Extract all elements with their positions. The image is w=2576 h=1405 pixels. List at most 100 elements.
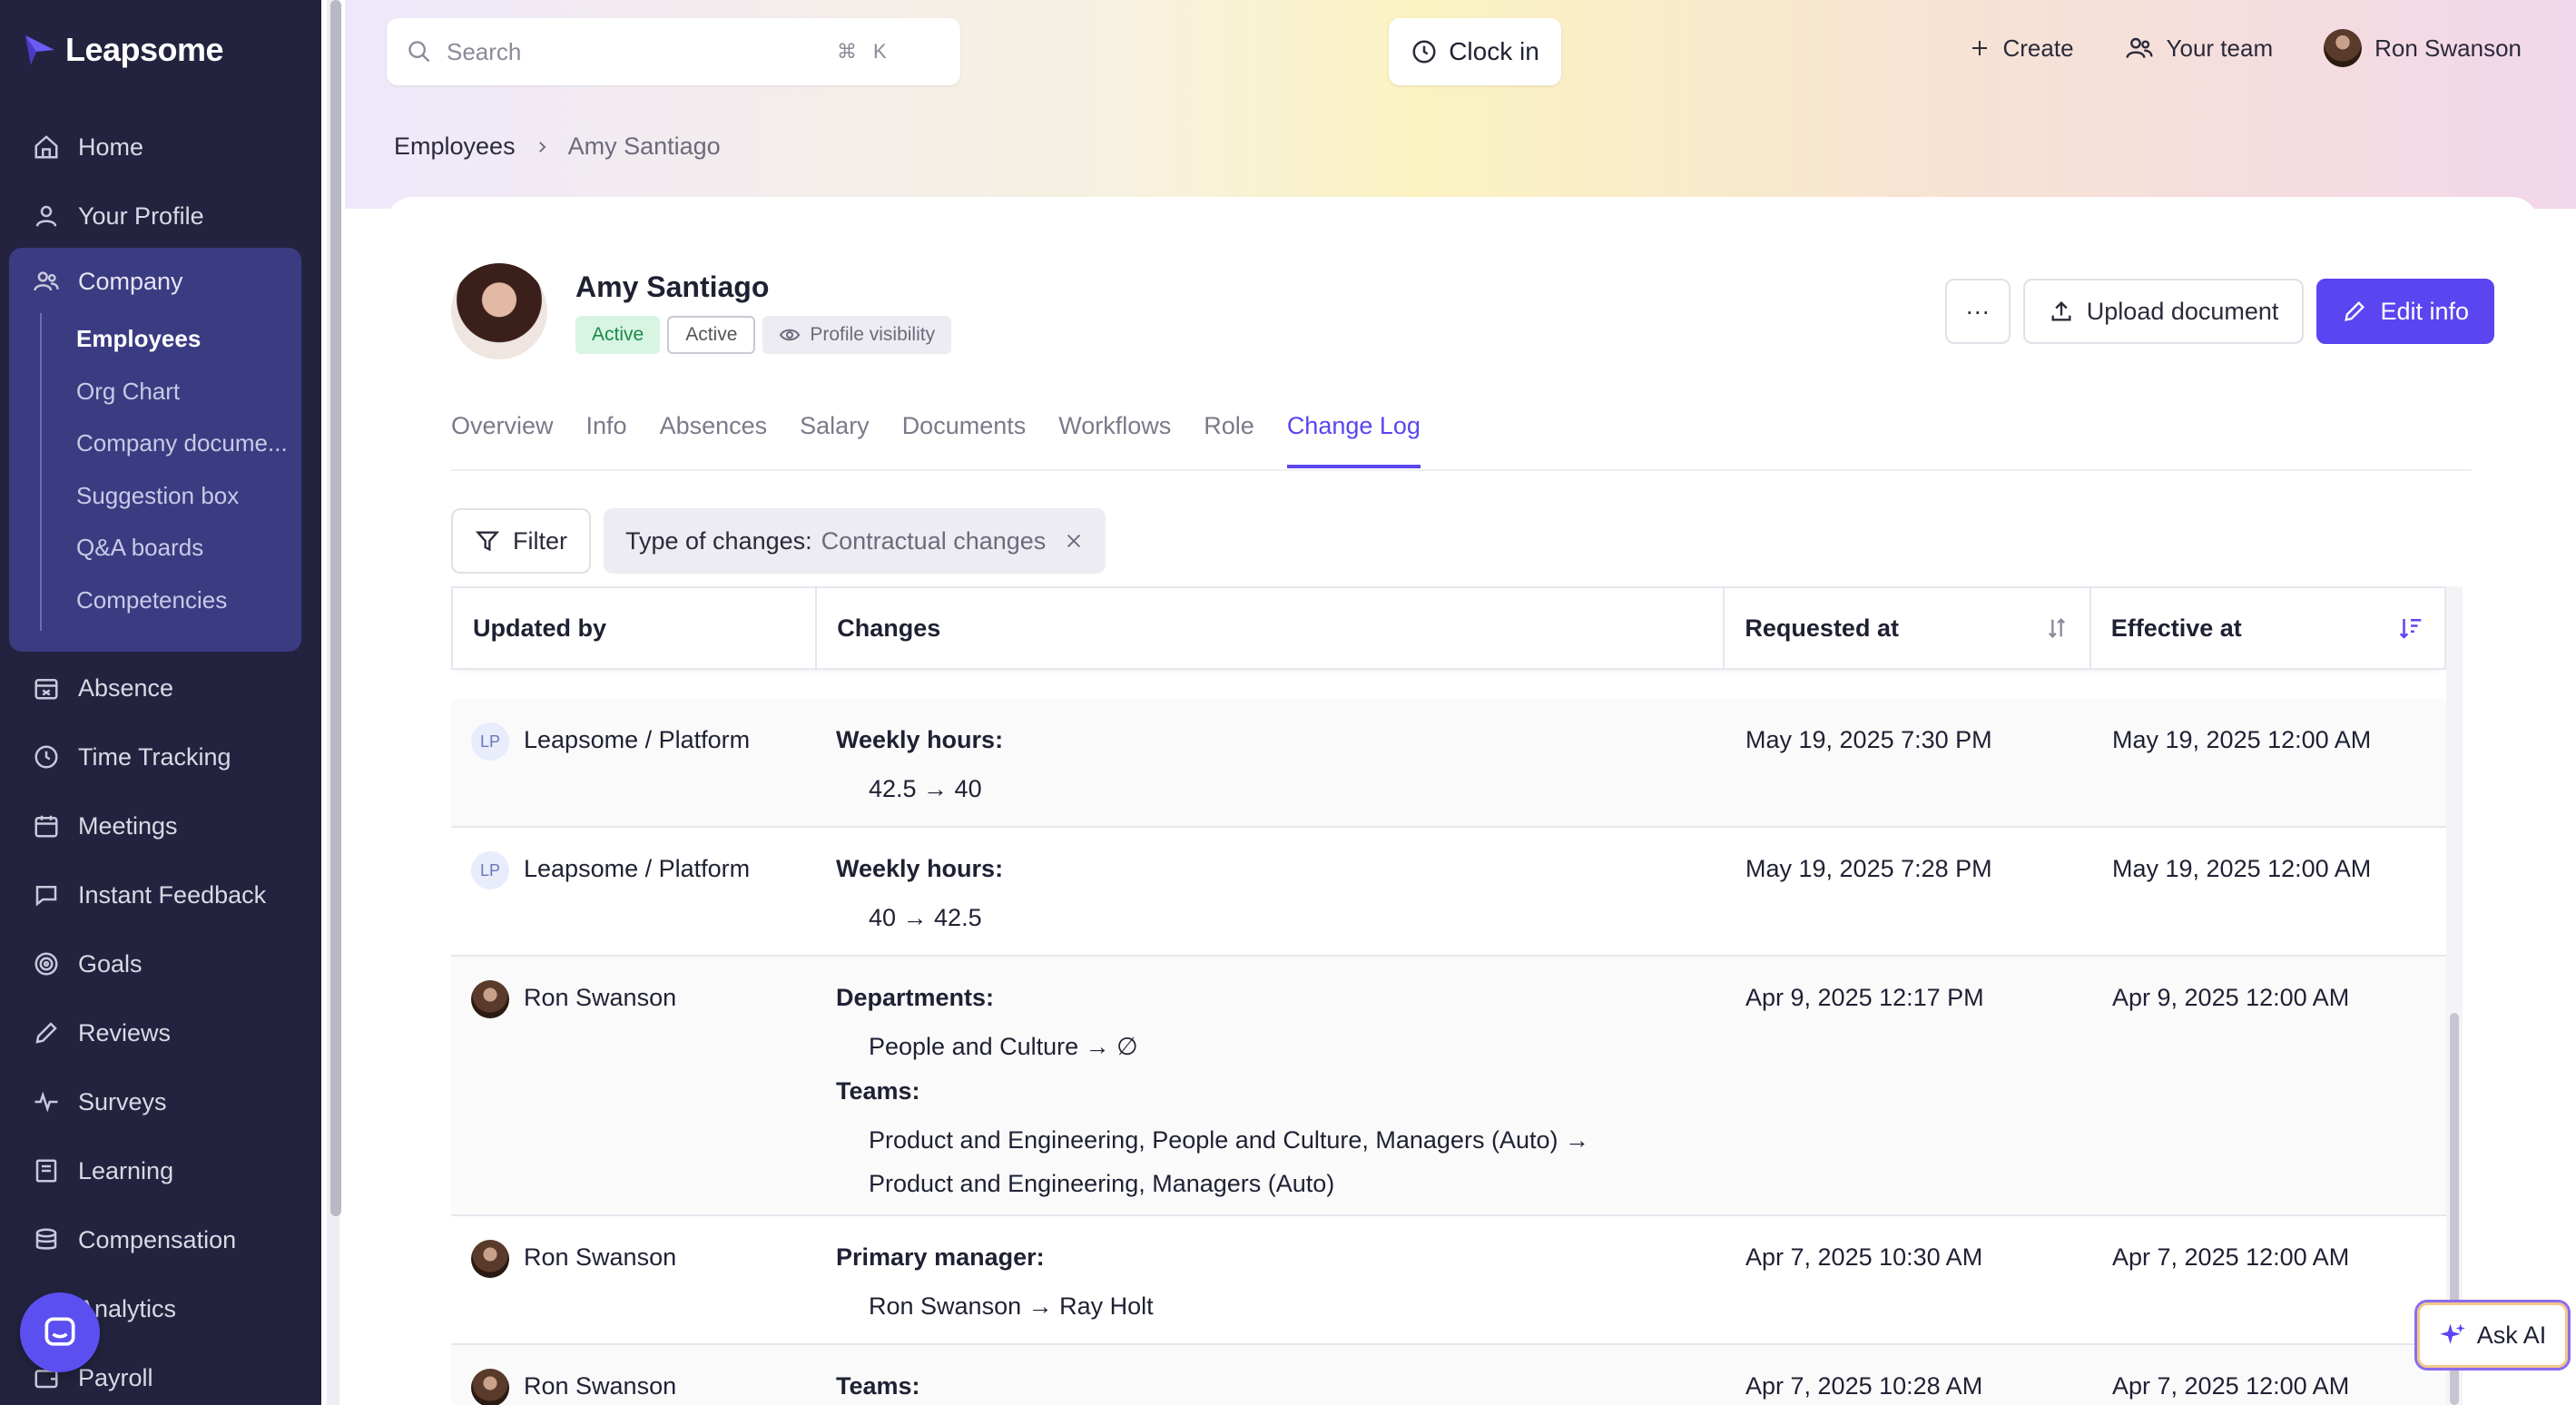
filter-chip-key: Type of changes: [625, 526, 812, 555]
sidebar-item-learning[interactable]: Learning [0, 1136, 321, 1205]
sidebar-item-employees[interactable]: Employees [42, 313, 305, 366]
search-box[interactable]: ⌘ K [387, 18, 960, 85]
cell-effective-at: May 19, 2025 12:00 AM [2112, 855, 2372, 882]
table-row[interactable]: Ron Swanson Teams: Apr 7, 2025 10:28 AM … [451, 1345, 2446, 1405]
sidebar-item-time-tracking[interactable]: Time Tracking [0, 722, 321, 791]
your-team-label: Your team [2166, 34, 2274, 62]
target-icon [31, 948, 62, 979]
sort-descending-icon[interactable] [2397, 614, 2424, 642]
edit-info-button[interactable]: Edit info [2316, 279, 2494, 344]
table-row[interactable]: Ron Swanson Primary manager: Ron Swanson… [451, 1216, 2446, 1345]
sidebar-item-label: Learning [78, 1156, 174, 1184]
sidebar-item-qa-boards[interactable]: Q&A boards [42, 522, 305, 575]
cell-effective-at: Apr 9, 2025 12:00 AM [2112, 984, 2350, 1011]
sidebar-item-reviews[interactable]: Reviews [0, 998, 321, 1067]
top-actions: Create Your team Ron Swanson [1969, 29, 2522, 67]
sidebar-item-company[interactable]: Company [9, 248, 301, 315]
profile-tabs: Overview Info Absences Salary Documents … [451, 412, 1421, 468]
sparkle-icon [2439, 1323, 2465, 1344]
table-row[interactable]: LP Leapsome / Platform Weekly hours: 42.… [451, 699, 2446, 828]
support-chat-button[interactable] [20, 1292, 100, 1372]
search-input[interactable] [447, 37, 828, 66]
filter-label: Filter [513, 526, 567, 555]
header-effective-at[interactable]: Effective at [2091, 588, 2444, 668]
cell-updated-by: Ron Swanson [451, 1216, 816, 1343]
create-label: Create [2002, 34, 2074, 62]
sidebar-item-meetings[interactable]: Meetings [0, 791, 321, 860]
sidebar-item-label: Absence [78, 673, 174, 702]
your-team-button[interactable]: Your team [2125, 34, 2274, 63]
tab-salary[interactable]: Salary [800, 412, 870, 468]
filter-chip[interactable]: Type of changes: Contractual changes [604, 508, 1106, 574]
clock-in-label: Clock in [1449, 37, 1539, 65]
sidebar-item-label: Your Profile [78, 201, 204, 230]
sidebar-item-label: Time Tracking [78, 742, 231, 771]
initials-avatar: LP [471, 722, 509, 761]
sidebar-item-compensation[interactable]: Compensation [0, 1205, 321, 1274]
avatar [471, 1369, 509, 1405]
tab-divider [451, 469, 2472, 471]
table-row[interactable]: LP Leapsome / Platform Weekly hours: 40 … [451, 828, 2446, 957]
sidebar-item-home[interactable]: Home [0, 113, 321, 182]
filter-button[interactable]: Filter [451, 508, 591, 574]
sidebar-item-suggestion-box[interactable]: Suggestion box [42, 470, 305, 523]
tab-documents[interactable]: Documents [902, 412, 1027, 468]
profile-visibility-badge[interactable]: Profile visibility [762, 316, 952, 354]
sidebar-item-label: Reviews [78, 1018, 172, 1046]
tab-overview[interactable]: Overview [451, 412, 554, 468]
cell-updated-by: LP Leapsome / Platform [451, 828, 816, 955]
clock-in-button[interactable]: Clock in [1389, 18, 1561, 85]
breadcrumb-employees[interactable]: Employees [394, 133, 516, 161]
tab-change-log[interactable]: Change Log [1286, 412, 1421, 468]
book-icon [31, 1155, 62, 1186]
chat-icon [31, 879, 62, 910]
cell-updated-by: Ron Swanson [451, 1345, 816, 1405]
logo[interactable]: Leapsome [24, 31, 224, 69]
shortcut-cmd: ⌘ [837, 40, 857, 63]
clock-icon [31, 742, 62, 772]
cell-updated-by: LP Leapsome / Platform [451, 699, 816, 826]
user-icon [31, 201, 62, 231]
table-row[interactable]: Ron Swanson Departments: People and Cult… [451, 957, 2446, 1216]
sidebar-item-company-documents[interactable]: Company docume... [42, 418, 305, 470]
change-log-table: Updated by Changes Requested at Effectiv… [451, 586, 2448, 1405]
cell-changes: Departments: People and Culture → ∅ Team… [836, 984, 1589, 1197]
sidebar-item-your-profile[interactable]: Your Profile [0, 182, 321, 251]
sidebar-item-surveys[interactable]: Surveys [0, 1067, 321, 1136]
create-button[interactable]: Create [1969, 34, 2074, 63]
tab-info[interactable]: Info [586, 412, 627, 468]
cell-changes: Teams: [836, 1372, 920, 1400]
sidebar-item-instant-feedback[interactable]: Instant Feedback [0, 860, 321, 929]
close-icon[interactable] [1064, 531, 1084, 551]
cell-changes: Weekly hours: 40 → 42.5 [836, 855, 1004, 931]
sidebar-scrollbar-thumb[interactable] [330, 0, 341, 1216]
leapsome-logo-icon [25, 35, 54, 64]
cell-requested-at: May 19, 2025 7:28 PM [1745, 855, 1992, 882]
tab-role[interactable]: Role [1204, 412, 1254, 468]
user-name: Ron Swanson [2374, 34, 2522, 62]
ask-ai-button[interactable]: Ask AI [2414, 1300, 2571, 1371]
sidebar-item-competencies[interactable]: Competencies [42, 575, 305, 627]
pencil-icon [2345, 301, 2365, 321]
breadcrumb-current: Amy Santiago [567, 133, 721, 160]
sidebar-item-goals[interactable]: Goals [0, 929, 321, 998]
filter-chip-value: Contractual changes [821, 526, 1047, 555]
cell-requested-at: Apr 7, 2025 10:30 AM [1745, 1243, 1983, 1271]
table-scrollbar[interactable] [2446, 586, 2463, 1405]
sidebar-item-label: Goals [78, 949, 143, 978]
company-sub-list: Employees Org Chart Company docume... Su… [40, 313, 305, 631]
sidebar-item-absence[interactable]: Absence [0, 653, 321, 722]
profile-badges: Active Active Profile visibility [575, 316, 952, 354]
cell-effective-at: Apr 7, 2025 12:00 AM [2112, 1243, 2350, 1271]
pulse-icon [31, 1086, 62, 1117]
header-requested-at[interactable]: Requested at [1725, 588, 2091, 668]
tab-workflows[interactable]: Workflows [1058, 412, 1171, 468]
upload-document-button[interactable]: Upload document [2022, 279, 2305, 344]
sidebar-item-org-chart[interactable]: Org Chart [42, 366, 305, 418]
user-menu[interactable]: Ron Swanson [2324, 29, 2522, 67]
header-updated-by: Updated by [453, 588, 818, 668]
edit-info-label: Edit info [2380, 297, 2469, 325]
tab-absences[interactable]: Absences [660, 412, 768, 468]
sort-icon[interactable] [2044, 615, 2070, 641]
more-button[interactable]: ··· [1944, 279, 2011, 344]
